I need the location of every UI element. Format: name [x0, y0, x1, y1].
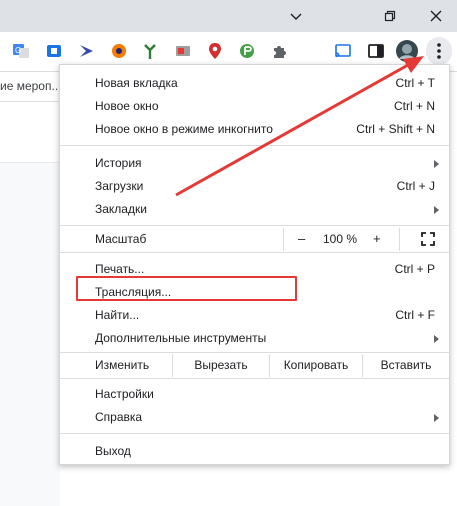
menu-item-new-window[interactable]: Новое окно Ctrl + N — [60, 95, 449, 118]
page-content — [0, 102, 60, 506]
menu-item-history[interactable]: История — [60, 152, 449, 175]
shortcut-label: Ctrl + F — [395, 308, 435, 322]
copy-button[interactable]: Копировать — [269, 354, 362, 377]
menu-divider — [60, 252, 449, 253]
cast-icon[interactable] — [333, 41, 353, 61]
chrome-menu: Новая вкладка Ctrl + T Новое окно Ctrl +… — [59, 64, 450, 465]
menu-item-settings[interactable]: Настройки — [60, 383, 449, 406]
menu-item-label: Новое окно в режиме инкогнито — [95, 122, 273, 136]
restore-icon[interactable] — [367, 0, 413, 32]
menu-item-label: Новая вкладка — [95, 76, 178, 90]
menu-item-label: Печать... — [95, 262, 145, 276]
menu-item-label: Закладки — [95, 202, 147, 216]
menu-item-label: История — [95, 156, 142, 170]
menu-divider — [60, 145, 449, 146]
fullscreen-icon[interactable] — [421, 232, 435, 246]
bookmark-bar: ие мероп... — [0, 72, 60, 102]
title-bar — [0, 0, 457, 32]
extension-icon[interactable] — [173, 41, 193, 61]
svg-text:G: G — [15, 46, 21, 55]
menu-item-help[interactable]: Справка — [60, 406, 449, 429]
close-icon[interactable] — [413, 0, 457, 32]
extension-icon[interactable] — [77, 41, 97, 61]
extension-icon[interactable] — [44, 41, 64, 61]
shortcut-label: Ctrl + N — [393, 99, 435, 113]
menu-item-exit[interactable]: Выход — [60, 440, 449, 463]
extension-icon[interactable] — [140, 41, 160, 61]
menu-item-label: Выход — [95, 444, 131, 458]
zoom-level: 100 % — [323, 232, 358, 246]
menu-divider — [60, 225, 449, 226]
zoom-label: Масштаб — [95, 232, 147, 246]
menu-item-label: Новое окно — [95, 99, 159, 113]
menu-item-downloads[interactable]: Загрузки Ctrl + J — [60, 175, 449, 198]
chevron-right-icon — [434, 206, 439, 214]
chevron-right-icon — [434, 414, 439, 422]
more-vert-icon[interactable] — [426, 37, 452, 65]
side-panel-icon[interactable] — [366, 41, 386, 61]
translate-icon[interactable]: G — [11, 41, 31, 61]
highlight-box — [76, 276, 297, 301]
chevron-right-icon — [434, 160, 439, 168]
menu-item-label: Дополнительные инструменты — [95, 331, 267, 345]
menu-item-more-tools[interactable]: Дополнительные инструменты — [60, 327, 449, 350]
extension-icon[interactable] — [205, 41, 225, 61]
puzzle-icon[interactable] — [270, 41, 290, 61]
avatar[interactable] — [395, 39, 419, 63]
menu-item-incognito[interactable]: Новое окно в режиме инкогнито Ctrl + Shi… — [60, 118, 449, 141]
shortcut-label: Ctrl + P — [394, 262, 435, 276]
bookmark-item[interactable]: ие мероп... — [0, 79, 60, 93]
shortcut-label: Ctrl + T — [395, 76, 435, 90]
chevron-right-icon — [434, 335, 439, 343]
menu-item-label: Загрузки — [95, 179, 144, 193]
zoom-row: Масштаб – 100 % + — [60, 228, 449, 251]
edit-label: Изменить — [95, 358, 150, 372]
menu-item-label: Найти... — [95, 308, 140, 322]
menu-divider — [60, 378, 449, 379]
extension-icon[interactable] — [109, 41, 129, 61]
minimize-icon[interactable] — [273, 0, 319, 32]
zoom-out-button[interactable]: – — [298, 231, 305, 246]
menu-item-bookmarks[interactable]: Закладки — [60, 198, 449, 221]
edit-row: Изменить Вырезать Копировать Вставить — [60, 354, 449, 377]
shortcut-label: Ctrl + Shift + N — [356, 122, 435, 136]
menu-divider — [60, 352, 449, 353]
cut-button[interactable]: Вырезать — [172, 354, 269, 377]
menu-item-label: Настройки — [95, 387, 154, 401]
menu-item-new-tab[interactable]: Новая вкладка Ctrl + T — [60, 72, 449, 95]
shortcut-label: Ctrl + J — [396, 179, 435, 193]
paste-button[interactable]: Вставить — [362, 354, 449, 377]
zoom-in-button[interactable]: + — [373, 231, 381, 246]
menu-item-label: Справка — [95, 410, 143, 424]
menu-divider — [60, 433, 449, 434]
menu-item-find[interactable]: Найти... Ctrl + F — [60, 304, 449, 327]
extension-icon[interactable] — [237, 41, 257, 61]
